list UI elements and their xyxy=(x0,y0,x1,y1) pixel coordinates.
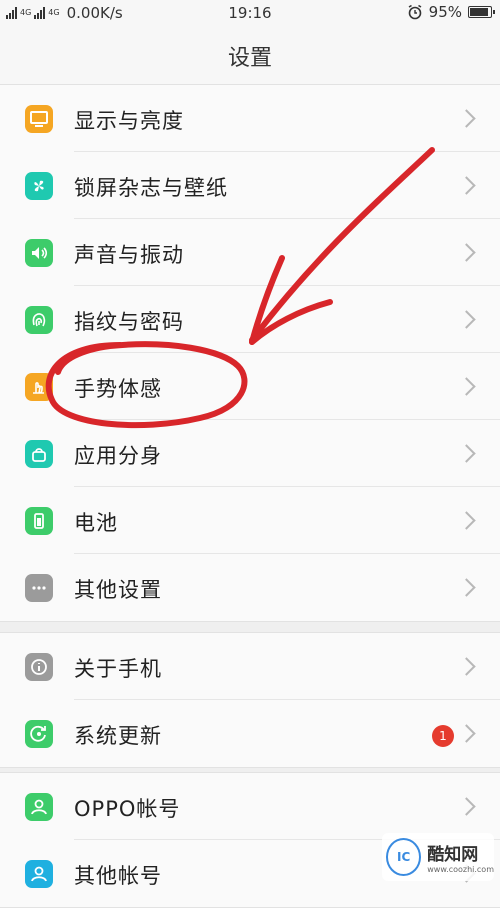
chevron-right-icon xyxy=(457,109,476,128)
watermark-url: www.coozhi.com xyxy=(427,865,494,874)
battery-icon xyxy=(25,507,53,535)
chevron-right-icon xyxy=(457,243,476,262)
more-icon xyxy=(25,574,53,602)
chevron-right-icon xyxy=(457,176,476,195)
accounts-icon xyxy=(25,860,53,888)
settings-item-label: 锁屏杂志与壁纸 xyxy=(74,176,228,200)
account-icon xyxy=(25,793,53,821)
speaker-icon xyxy=(25,239,53,267)
alarm-icon xyxy=(408,4,422,20)
settings-group-1: 显示与亮度锁屏杂志与壁纸 声音与振动指纹与密码手势体感应用分身电池其他设置 xyxy=(0,84,500,622)
settings-item-label: 电池 xyxy=(74,511,118,535)
watermark-logo: IC xyxy=(386,838,422,876)
update-count-badge: 1 xyxy=(432,725,454,747)
app-clone-icon xyxy=(25,440,53,468)
chevron-right-icon xyxy=(457,377,476,396)
settings-item[interactable]: 显示与亮度 xyxy=(0,85,500,152)
settings-item-label: OPPO帐号 xyxy=(74,797,181,821)
chevron-right-icon xyxy=(457,444,476,463)
settings-item[interactable]: 指纹与密码 xyxy=(0,286,500,353)
settings-item-label: 显示与亮度 xyxy=(74,109,184,133)
status-bar: 4G 4G 0.00K/s 19:16 95% xyxy=(0,0,500,26)
battery-percent: 95% xyxy=(428,3,462,21)
settings-group-2: 关于手机系统更新 1 xyxy=(0,632,500,768)
battery-status-icon xyxy=(468,6,495,18)
settings-item-label: 关于手机 xyxy=(74,657,162,681)
settings-item[interactable]: 应用分身 xyxy=(0,420,500,487)
settings-item-label: 声音与振动 xyxy=(74,243,184,267)
update-icon xyxy=(25,720,53,748)
settings-item-label: 手势体感 xyxy=(74,377,162,401)
page-title: 设置 xyxy=(227,46,272,71)
chevron-right-icon xyxy=(457,657,476,676)
watermark-name: 酷知网 xyxy=(427,845,479,865)
status-right: 95% xyxy=(407,3,495,21)
settings-item[interactable]: 手势体感 xyxy=(0,353,500,420)
settings-item-label: 其他设置 xyxy=(74,578,162,602)
fingerprint-icon xyxy=(25,306,53,334)
settings-item[interactable]: 声音与振动 xyxy=(0,219,500,286)
chevron-right-icon xyxy=(457,797,476,816)
wallpaper-icon xyxy=(25,172,53,200)
chevron-right-icon xyxy=(457,578,476,597)
gesture-icon xyxy=(25,373,53,401)
settings-item-label: 应用分身 xyxy=(74,444,162,468)
settings-item[interactable]: OPPO帐号 xyxy=(0,773,500,840)
info-icon xyxy=(25,653,53,681)
settings-item-label: 其他帐号 xyxy=(74,864,162,888)
chevron-right-icon xyxy=(457,310,476,329)
chevron-right-icon xyxy=(457,511,476,530)
settings-item-label: 指纹与密码 xyxy=(74,310,184,334)
display-icon xyxy=(25,105,53,133)
settings-item[interactable]: 电池 xyxy=(0,487,500,554)
settings-item[interactable]: 系统更新 1 xyxy=(0,700,500,767)
watermark: IC 酷知网 www.coozhi.com xyxy=(382,833,494,881)
settings-item-label: 系统更新 xyxy=(74,724,162,748)
settings-item[interactable]: 锁屏杂志与壁纸 xyxy=(0,152,500,219)
title-bar: 设置 xyxy=(0,26,500,85)
settings-item[interactable]: 关于手机 xyxy=(0,633,500,700)
chevron-right-icon xyxy=(457,724,476,743)
settings-item[interactable]: 其他设置 xyxy=(0,554,500,621)
